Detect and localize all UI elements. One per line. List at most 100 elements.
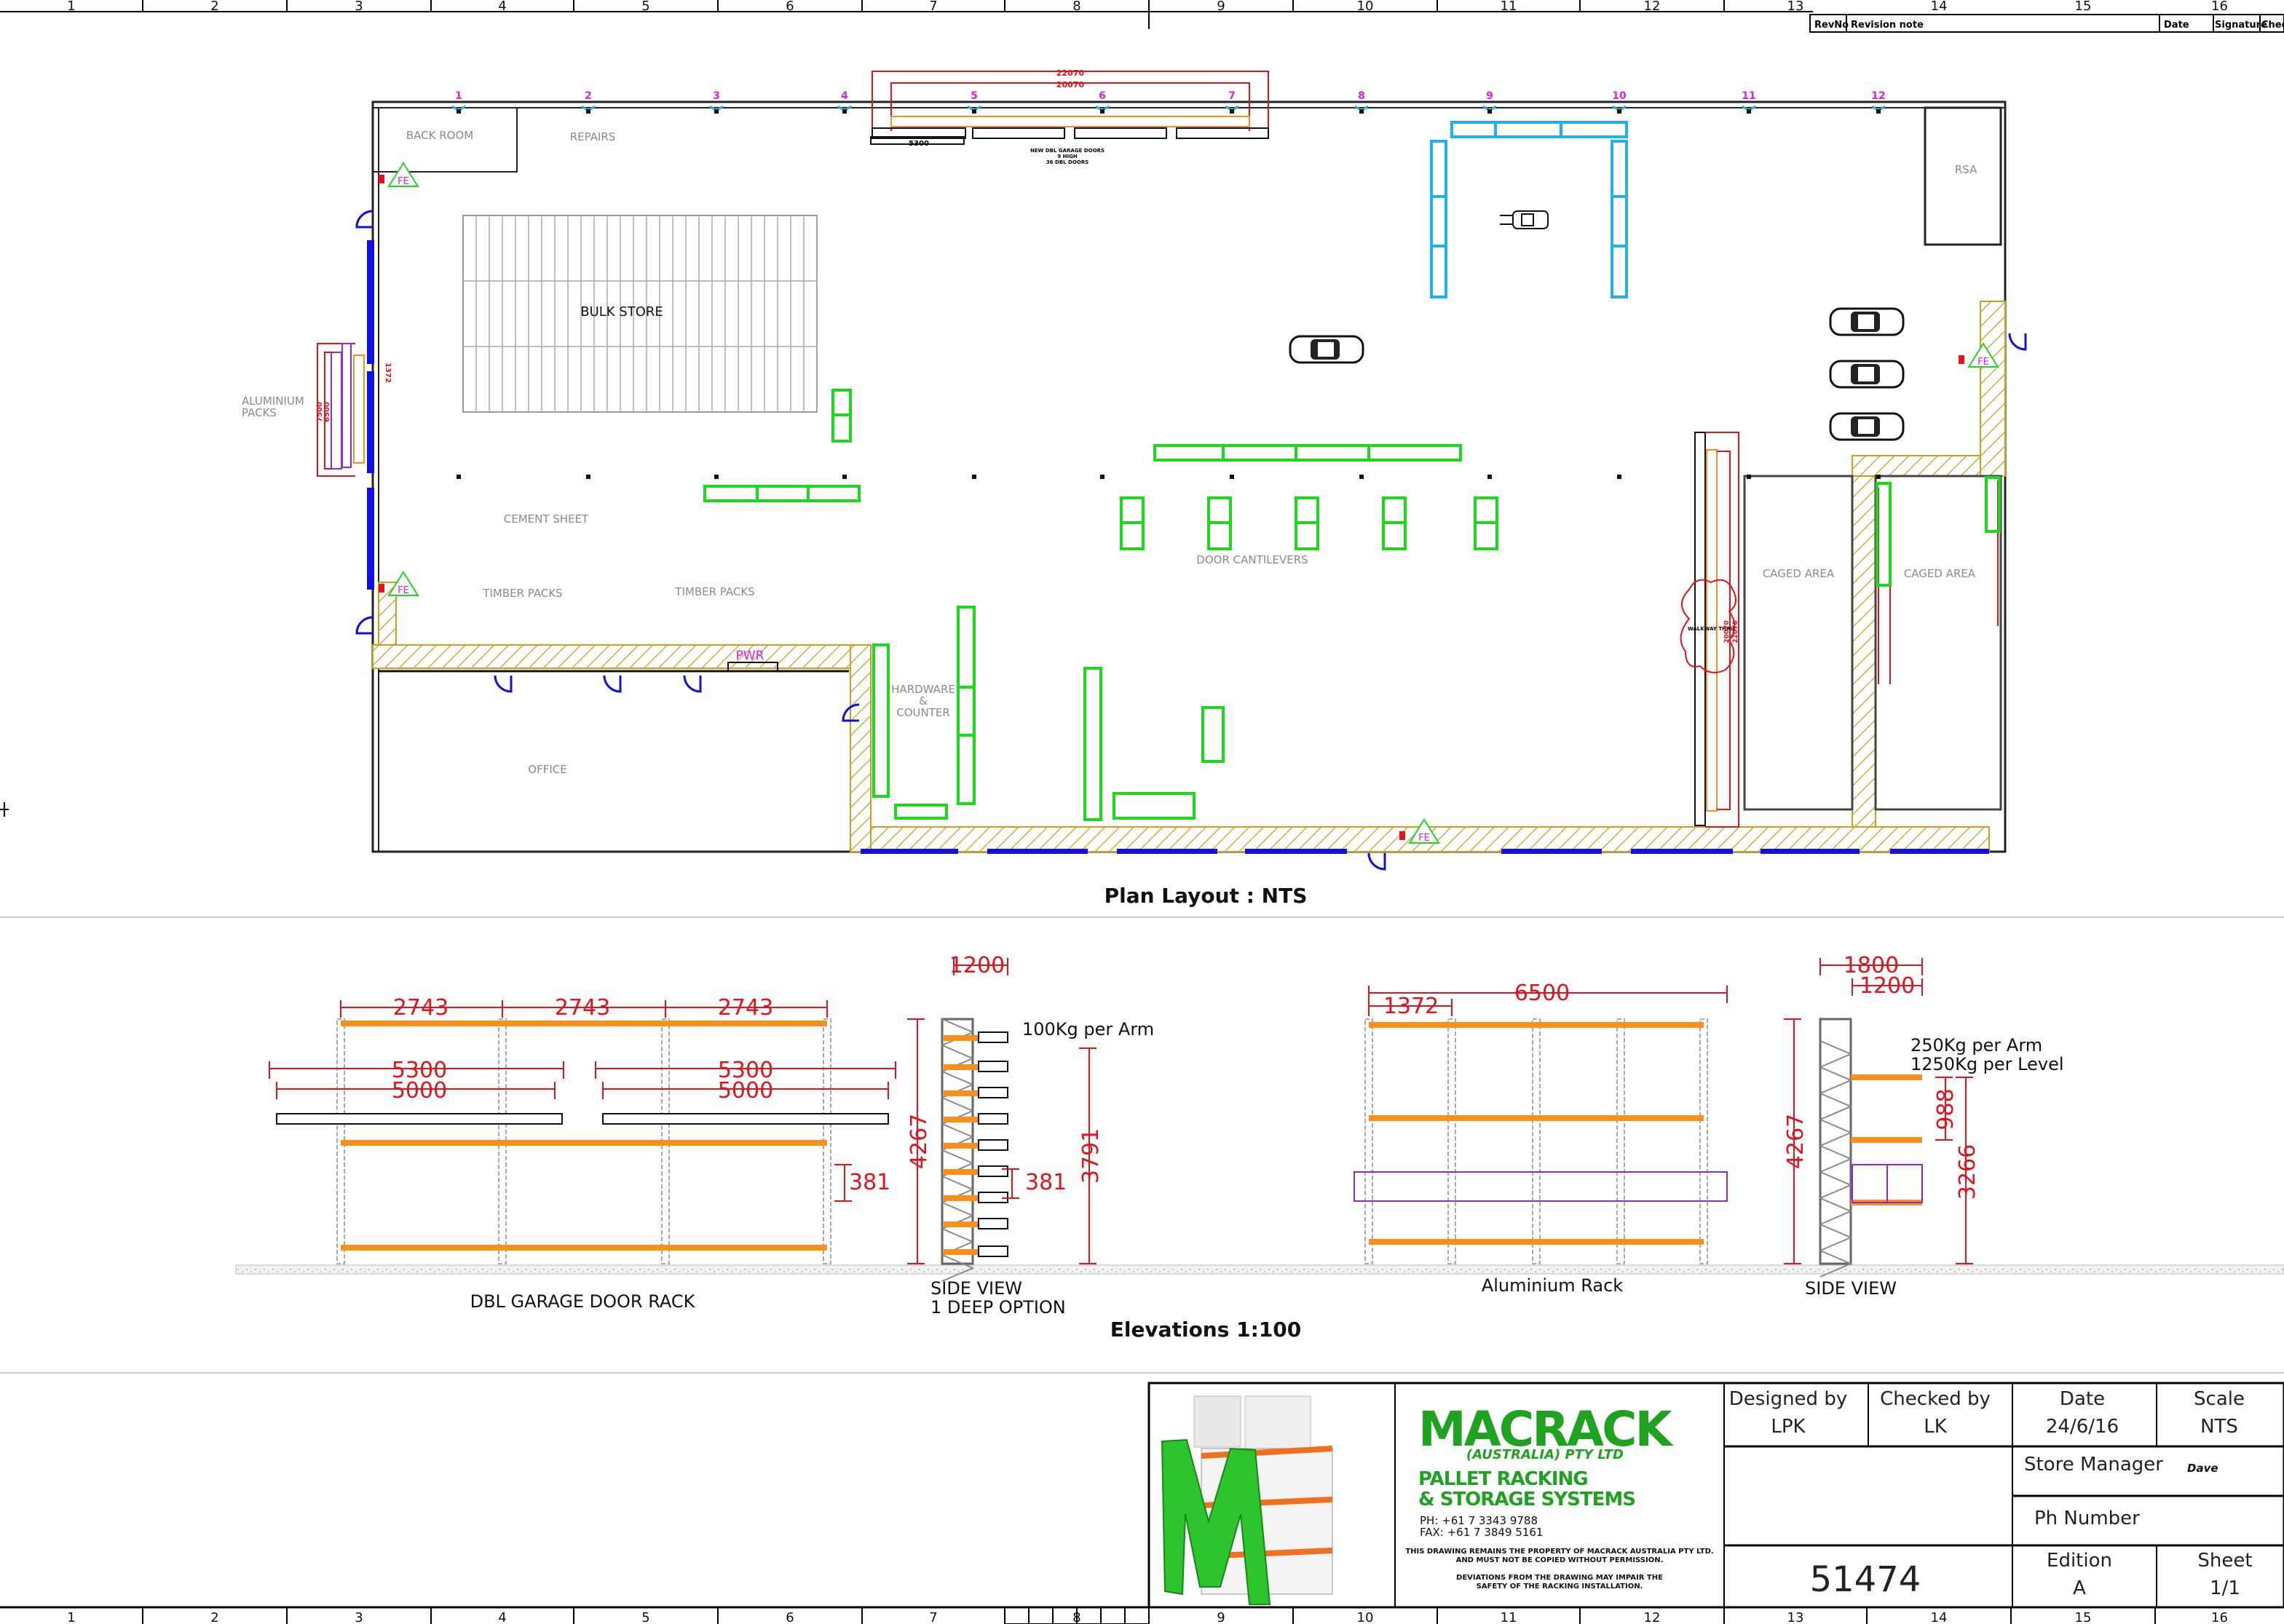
border-column-number: 1 [67,0,75,14]
dim-top-arm: 3791 [1078,1128,1104,1184]
column-icon [1876,109,1881,114]
cyan-racks [1430,121,1628,298]
column-marker-label: 1 [455,90,462,102]
label-timber-packs: TIMBER PACKS [482,587,562,600]
caged-wall [1852,455,1876,828]
column-marker-label: 4 [841,90,848,102]
beam [944,1117,979,1122]
edition-value: A [2073,1577,2086,1599]
column-icon [842,109,847,114]
column-icon [1617,109,1621,114]
dbl-garage-door-rack-elevation [269,1000,896,1264]
rsa-room [1924,106,2002,246]
dim-length: 6500 [1514,981,1570,1006]
office-wall [850,644,872,852]
elevations: 2743 2743 2743 5300 5300 5000 5000 381 D… [235,953,2284,1342]
column-icon [586,109,590,114]
garage-note: 36 DBL DOORS [1046,159,1088,165]
arm [978,1139,1008,1151]
border-column-number: 11 [1501,0,1517,14]
fe-extinguisher [1399,831,1405,840]
dim-pitch: 988 [1933,1088,1959,1130]
car-icon [1289,335,1364,364]
door-swing-icon [1367,852,1386,871]
date-label: Date [2060,1388,2105,1410]
scale-value: NTS [2200,1416,2238,1438]
arm [978,1165,1008,1177]
column-marker-label: 11 [1742,90,1755,102]
side-door-rack-plan: WALKWAY THRU 22070 20070 [1680,432,1739,828]
column-marker-label: 9 [1486,90,1493,102]
dim-top-inner: 20070 [1056,80,1085,90]
upright [1364,1018,1373,1264]
rev-header-signature: Signature [2215,20,2267,31]
checked-by-value: LK [1924,1416,1947,1438]
dim-top-outer: 22070 [1056,68,1085,78]
border-column-number: 13 [1787,1610,1804,1624]
label-deep-option: 1 DEEP OPTION [930,1297,1066,1318]
border-column-number: 10 [1357,1610,1374,1624]
fe-label: FE [398,176,409,187]
door-swing-icon [603,675,622,693]
bracing [941,1018,975,1046]
bracing [1819,1224,1853,1251]
border-column-number: 8 [1072,0,1080,14]
fe-label: FE [1977,357,1989,368]
dim-door-inner: 5000 [718,1078,773,1104]
label-hardware: COUNTER [896,706,950,719]
label-rsa: RSA [1955,163,1977,176]
column-dot [1359,475,1364,479]
cantilever-rack [703,485,861,502]
border-column-number: 7 [929,0,937,14]
dim-alu-inner: 6500 [323,402,331,422]
dim-top-level: 3266 [1955,1144,1980,1200]
checked-by-label: Checked by [1880,1388,1991,1410]
column-dot [1876,475,1881,479]
company-sub: (AUSTRALIA) PTY LTD [1466,1447,1624,1462]
upright [1616,1018,1625,1264]
border-column-number: 16 [2211,1610,2228,1624]
column-marker-label: 3 [713,90,720,102]
bracing [1819,1040,1853,1068]
car-icon [1829,307,1905,336]
label-caged-area: CAGED AREA [1904,567,1976,580]
upright [1699,1018,1708,1264]
caged-area [1874,475,2002,811]
bracing [1819,1145,1853,1173]
dim-side-outer: 22070 [1732,620,1739,643]
label-load: 250Kg per Arm [1910,1035,2042,1055]
border-column-number: 3 [355,1610,363,1624]
border-column-number: 3 [355,0,363,14]
cantilever-rack [894,804,948,820]
tagline: & STORAGE SYSTEMS [1418,1489,1635,1510]
dim-door-inner: 5000 [392,1078,447,1104]
roller-door [1761,849,1860,854]
door-swing-icon [683,675,702,693]
border-column-number: 15 [2075,0,2092,14]
fe-extinguisher [379,175,384,183]
roller-door [1631,849,1733,854]
arm [978,1087,1008,1098]
drawing-sheet: 1 2 3 4 5 6 7 8 9 10 11 12 13 14 15 16 1 2 3 4 5 6 7 8 9 10 11 12 1… [0,0,2284,1624]
beam [944,1195,979,1201]
border-column-number: 11 [1501,1610,1517,1624]
plan-title: Plan Layout : NTS [1105,884,1308,908]
column-icon [1747,109,1751,114]
border-column-number: 5 [641,0,649,14]
notice: SAFETY OF THE RACKING INSTALLATION. [1477,1583,1643,1591]
door-panel [276,1113,563,1125]
dim-bay: 2743 [555,995,610,1021]
label-caged-area: CAGED AREA [1763,567,1835,580]
dim-arm: 1200 [949,953,1005,978]
arm [978,1061,1008,1072]
car-icon [1829,412,1905,441]
roller-door [861,849,958,854]
car-roof [1858,419,1874,434]
car-icon [1829,360,1905,389]
border-column-number: 12 [1644,0,1661,14]
designed-by-value: LPK [1771,1416,1806,1438]
cantilever-rack [1113,792,1196,820]
label-pwr: PWR [736,649,764,663]
bracing [1819,1119,1853,1146]
beam [944,1249,979,1255]
